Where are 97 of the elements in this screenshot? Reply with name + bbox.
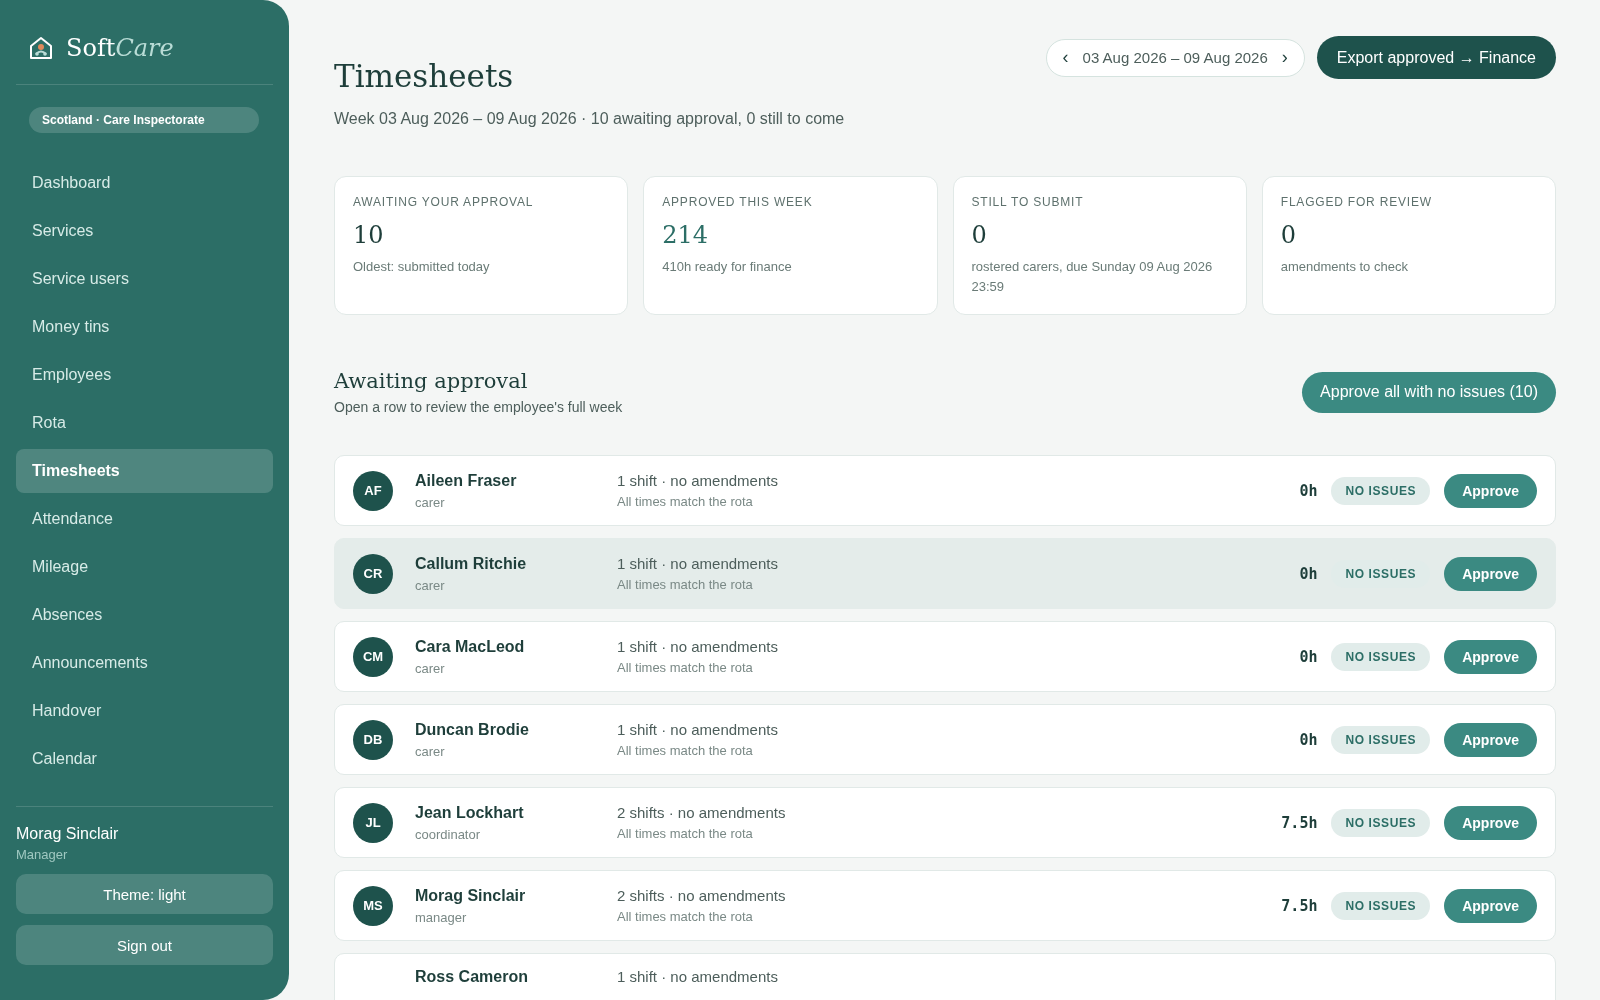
employee-role: carer [415,660,446,676]
stat-value: 10 [353,221,385,249]
employee-name: Jean Lockhart [415,803,525,822]
stat-value: 214 [662,221,710,249]
employee-name: Aileen Fraser [415,471,518,490]
avatar: CM [353,636,393,677]
nav-item[interactable]: Services [16,209,273,253]
nav-item[interactable]: Absences [16,593,273,637]
nav-item[interactable]: Dashboard [16,161,273,205]
status-badge: NO ISSUES [1331,725,1431,754]
shift-detail: All times match the rota [617,743,754,758]
previous-week-button[interactable]: ‹ [1056,47,1075,68]
avatar: CR [353,553,393,594]
shift-detail: All times match the rota [617,494,754,509]
shift-summary: 1 shift · no amendments [617,472,779,489]
employee-name: Duncan Brodie [415,720,530,739]
employee-name: Callum Ritchie [415,554,528,573]
employee-role: carer [415,494,446,510]
nav-item[interactable]: Announcements [16,641,273,685]
stat-note: Oldest: submitted today [353,258,491,276]
stat-label: FLAGGED FOR REVIEW [1280,195,1433,209]
theme-button[interactable]: Theme: light [16,874,273,914]
employee-name: Morag Sinclair [415,886,527,905]
stat-note: amendments to check [1280,258,1409,276]
avatar: MS [353,885,393,926]
export-button[interactable]: Export approved → Finance [1316,36,1556,79]
hours-total: 7.5h [1281,896,1318,915]
nav-item[interactable]: Mileage [16,545,273,589]
nav-item[interactable]: Rota [16,401,273,445]
stat-value: 0 [1280,221,1298,249]
employee-role: carer [415,577,446,593]
employee-role: coordinator [415,826,482,842]
timesheet-row[interactable]: MS Morag Sinclair manager 2 shifts · no amendments All times match the rota 7.5h NO ISSUES Approve [334,870,1556,941]
shift-summary: 2 shifts · no amendments [617,887,787,904]
stat-label: APPROVED THIS WEEK [662,195,814,209]
shift-detail: All times match the rota [617,826,754,841]
status-badge: NO ISSUES [1331,476,1431,505]
timesheet-row[interactable]: CM Cara MacLeod carer 1 shift · no amendments All times match the rota 0h NO ISSUES Approve [334,621,1556,692]
shift-summary: 1 shift · no amendments [617,638,779,655]
stat-label: STILL TO SUBMIT [971,195,1085,209]
timesheet-row[interactable]: JL Jean Lockhart coordinator 2 shifts · no amendments All times match the rota 7.5h NO ISSUES Approve [334,787,1556,858]
avatar: JL [353,802,393,843]
approve-button[interactable]: Approve [1444,473,1537,508]
hours-total: 0h [1299,730,1318,749]
timesheet-row[interactable]: Ross Cameron 1 shift · no amendments [334,953,1556,1000]
page-subtitle: Week 03 Aug 2026 – 09 Aug 2026 · 10 awaiting approval, 0 still to come [334,110,845,128]
nav-item[interactable]: Attendance [16,497,273,541]
avatar: DB [353,719,393,760]
section-subtitle: Open a row to review the employee's full week [334,399,623,415]
employee-name: Cara MacLeod [415,637,526,656]
hours-total: 0h [1299,481,1318,500]
stat-note: 410h ready for finance [662,258,793,276]
approve-all-button[interactable]: Approve all with no issues (10) [1302,371,1556,413]
shift-summary: 1 shift · no amendments [617,721,779,738]
nav-item[interactable]: Employees [16,353,273,397]
nav-item[interactable]: Money tins [16,305,273,349]
status-badge: NO ISSUES [1331,891,1431,920]
user-name: Morag Sinclair [16,825,120,843]
nav-item[interactable]: Calendar [16,737,273,781]
house-logo-icon [28,35,54,61]
sign-out-button[interactable]: Sign out [16,925,273,965]
hours-total: 7.5h [1281,813,1318,832]
page-title: Timesheets [334,58,515,94]
approve-button[interactable]: Approve [1444,722,1537,757]
shift-detail: All times match the rota [617,909,754,924]
section-title: Awaiting approval [334,369,529,393]
nav-item[interactable]: Handover [16,689,273,733]
stat-value: 0 [971,221,988,249]
shift-summary: 1 shift · no amendments [617,555,779,572]
week-range: 03 Aug 2026 – 09 Aug 2026 [1082,49,1268,66]
stat-label: AWAITING YOUR APPROVAL [353,195,535,209]
nav-item[interactable]: Timesheets [16,449,273,493]
shift-summary: 2 shifts · no amendments [617,804,787,821]
stat-note: rostered carers, due Sunday 09 Aug 2026 23:59 [971,258,1214,297]
employee-name: Ross Cameron [415,968,529,986]
timesheet-row[interactable]: DB Duncan Brodie carer 1 shift · no amendments All times match the rota 0h NO ISSUES Approve [334,704,1556,775]
nav-item[interactable]: Service users [16,257,273,301]
user-role: Manager [16,847,69,862]
region-tag: Scotland · Care Inspectorate [29,107,259,133]
employee-role: carer [415,743,446,759]
timesheet-row[interactable]: CR Callum Ritchie carer 1 shift · no amendments All times match the rota 0h NO ISSUES Approve [334,538,1556,609]
shift-summary: 1 shift · no amendments [617,968,779,985]
next-week-button[interactable]: › [1275,47,1294,68]
shift-detail: All times match the rota [617,660,754,675]
approve-button[interactable]: Approve [1444,805,1537,840]
brand-name: SoftCare [66,34,174,62]
status-badge: NO ISSUES [1331,642,1431,671]
approve-button[interactable]: Approve [1444,639,1537,674]
employee-role: manager [415,909,468,925]
status-badge: NO ISSUES [1331,808,1431,837]
avatar: AF [353,470,393,511]
hours-total: 0h [1299,564,1318,583]
hours-total: 0h [1299,647,1318,666]
approve-button[interactable]: Approve [1444,556,1537,591]
shift-detail: All times match the rota [617,577,754,592]
timesheet-row[interactable]: AF Aileen Fraser carer 1 shift · no amendments All times match the rota 0h NO ISSUES Approve [334,455,1556,526]
approve-button[interactable]: Approve [1444,888,1537,923]
